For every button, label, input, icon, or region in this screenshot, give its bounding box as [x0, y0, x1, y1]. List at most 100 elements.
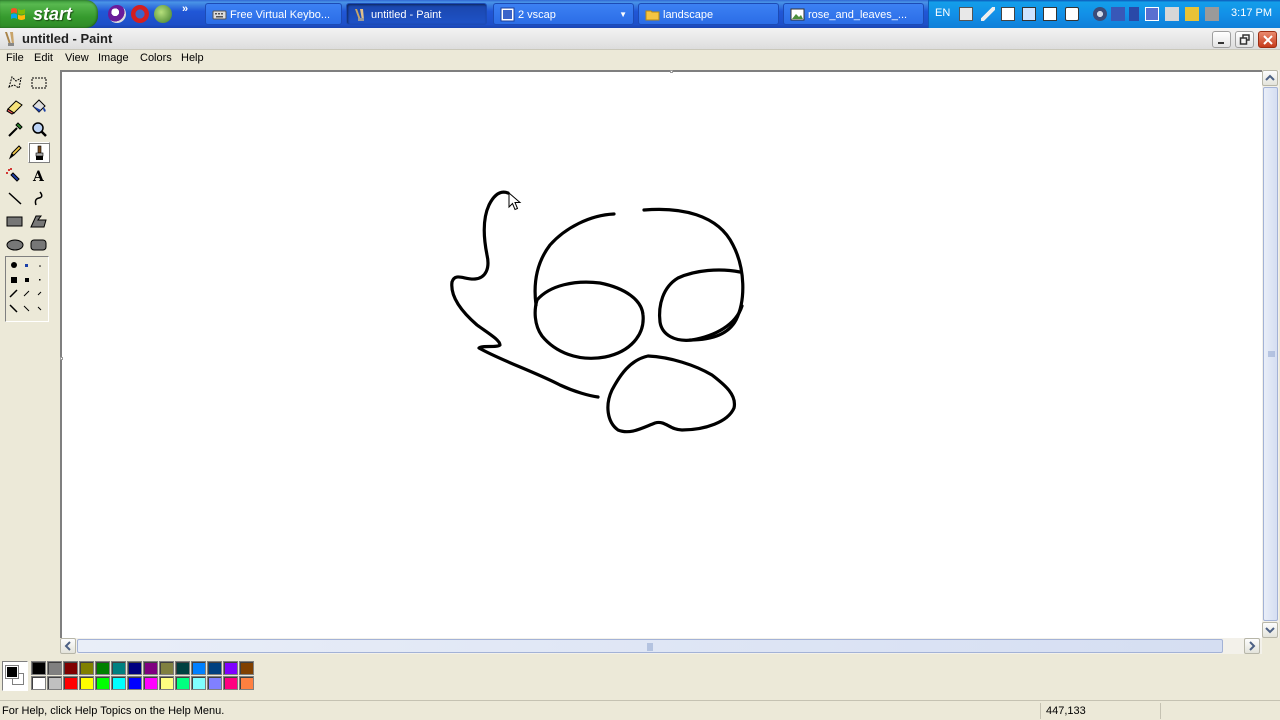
tool-airbrush[interactable]	[4, 165, 26, 186]
sync-tray-icon[interactable]	[1205, 7, 1219, 21]
menu-help[interactable]: Help	[180, 52, 205, 64]
menu-view[interactable]: View	[64, 52, 90, 64]
window-titlebar[interactable]: untitled - Paint	[0, 28, 1280, 50]
color-swatch[interactable]	[111, 676, 126, 690]
restore-button[interactable]	[1235, 31, 1254, 48]
horizontal-scroll-thumb[interactable]	[77, 639, 1223, 653]
pen-tray-icon[interactable]	[981, 7, 995, 21]
color-swatch[interactable]	[207, 661, 222, 675]
color-swatch[interactable]	[207, 676, 222, 690]
task-paint[interactable]: untitled - Paint	[346, 3, 487, 25]
menu-file[interactable]: File	[5, 52, 25, 64]
security-tray-icon[interactable]	[1165, 7, 1179, 21]
stroke-left-eye	[533, 280, 645, 360]
color-swatch[interactable]	[191, 661, 206, 675]
eyedropper-icon	[8, 122, 23, 137]
color-swatch[interactable]	[159, 676, 174, 690]
menu-colors[interactable]: Colors	[139, 52, 173, 64]
horizontal-scrollbar[interactable]	[60, 638, 1262, 654]
color-swatch[interactable]	[31, 676, 46, 690]
tool-pencil[interactable]	[4, 142, 26, 163]
color-swatch[interactable]	[79, 676, 94, 690]
keyboard-tray-icon[interactable]	[959, 7, 973, 21]
color-swatch[interactable]	[47, 676, 62, 690]
current-colors[interactable]	[2, 661, 28, 691]
curve-icon	[34, 191, 43, 206]
scroll-left-button[interactable]	[60, 638, 76, 654]
tool-text[interactable]: A	[28, 165, 50, 186]
display-tray-icon[interactable]	[1001, 7, 1015, 21]
tool-free-form-select[interactable]	[4, 73, 26, 94]
color-swatch[interactable]	[223, 676, 238, 690]
tool-rectangle[interactable]	[4, 211, 26, 232]
task-virtual-keyboard[interactable]: Free Virtual Keybo...	[205, 3, 342, 25]
tool-magnifier[interactable]	[28, 119, 50, 140]
drawing-canvas[interactable]	[60, 70, 1262, 638]
color-swatch[interactable]	[31, 661, 46, 675]
tool-line[interactable]	[4, 188, 26, 209]
tool-polygon[interactable]	[28, 211, 50, 232]
airbrush-icon	[6, 168, 20, 182]
tool-eraser[interactable]	[4, 96, 26, 117]
menu-edit[interactable]: Edit	[33, 52, 54, 64]
help-tray-icon[interactable]	[1065, 7, 1079, 21]
scroll-right-button[interactable]	[1244, 638, 1260, 654]
tool-rounded-rectangle[interactable]	[28, 234, 50, 255]
color-swatch[interactable]	[223, 661, 238, 675]
color-swatch[interactable]	[95, 676, 110, 690]
task-rose-and-leaves[interactable]: rose_and_leaves_...	[783, 3, 924, 25]
color-swatch[interactable]	[239, 676, 254, 690]
quicklaunch-more-icon[interactable]: »	[182, 3, 188, 15]
menu-image[interactable]: Image	[97, 52, 130, 64]
color-swatch[interactable]	[127, 661, 142, 675]
vertical-scrollbar[interactable]	[1262, 70, 1279, 638]
resize-handle-top[interactable]	[670, 70, 673, 73]
network-tray-icon[interactable]	[1093, 7, 1107, 21]
start-button[interactable]: start	[0, 0, 98, 28]
quicklaunch-opera-icon[interactable]	[131, 5, 149, 23]
clock[interactable]: 3:17 PM	[1231, 7, 1272, 19]
windows-logo-icon	[11, 8, 25, 20]
color-swatch[interactable]	[79, 661, 94, 675]
color-swatch[interactable]	[191, 676, 206, 690]
tool-pick-color[interactable]	[4, 119, 26, 140]
color-swatch[interactable]	[63, 676, 78, 690]
quicklaunch-app-icon[interactable]	[154, 5, 172, 23]
color-swatch[interactable]	[175, 661, 190, 675]
task-label: Free Virtual Keybo...	[230, 9, 331, 21]
scroll-down-button[interactable]	[1262, 622, 1278, 638]
task-label: rose_and_leaves_...	[808, 9, 908, 21]
resize-handle-left[interactable]	[60, 357, 63, 360]
color-swatch[interactable]	[47, 661, 62, 675]
color-swatch[interactable]	[175, 676, 190, 690]
speaker-tray-icon[interactable]	[1111, 7, 1125, 21]
tool-select[interactable]	[28, 73, 50, 94]
battery-tray-icon[interactable]	[1129, 7, 1139, 21]
color-swatch[interactable]	[95, 661, 110, 675]
antivirus-tray-icon[interactable]	[1185, 7, 1199, 21]
vertical-scroll-thumb[interactable]	[1263, 87, 1278, 621]
task-vscap[interactable]: 2 vscap ▼	[493, 3, 634, 25]
tool-ellipse[interactable]	[4, 234, 26, 255]
tool-brush[interactable]	[28, 142, 50, 163]
color-swatch[interactable]	[239, 661, 254, 675]
color-swatch[interactable]	[159, 661, 174, 675]
task-label: 2 vscap	[518, 9, 556, 21]
close-button[interactable]	[1258, 31, 1277, 48]
color-swatch[interactable]	[111, 661, 126, 675]
tool-fill-with-color[interactable]	[28, 96, 50, 117]
color-swatch[interactable]	[63, 661, 78, 675]
monitor-tray-icon[interactable]	[1022, 7, 1036, 21]
quicklaunch-browser-icon[interactable]	[108, 5, 126, 23]
color-swatch[interactable]	[143, 661, 158, 675]
minimize-button[interactable]	[1212, 31, 1231, 48]
language-indicator[interactable]: EN	[935, 7, 950, 19]
color-swatch[interactable]	[127, 676, 142, 690]
window-tray-icon[interactable]	[1043, 7, 1057, 21]
tool-curve[interactable]	[28, 188, 50, 209]
scroll-up-button[interactable]	[1262, 70, 1278, 86]
brush-shape-options[interactable]	[5, 256, 49, 322]
app-tray-icon[interactable]	[1145, 7, 1159, 21]
color-swatch[interactable]	[143, 676, 158, 690]
task-landscape[interactable]: landscape	[638, 3, 779, 25]
